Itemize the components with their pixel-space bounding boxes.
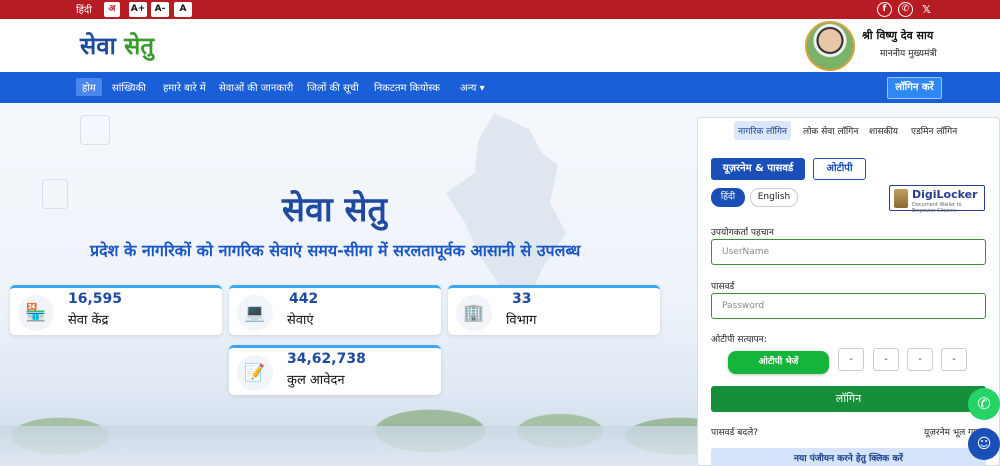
nav-item-about[interactable]: हमारे बारे में	[163, 80, 206, 94]
stat-card-services: 💻 442 सेवाएं	[229, 285, 441, 335]
font-normal-button[interactable]: A	[174, 2, 192, 17]
tab-admin-login[interactable]: एडमिन लॉगिन	[911, 124, 957, 137]
username-password-method-button[interactable]: यूज़रनेम & पासवर्ड	[711, 158, 805, 180]
stat-value: 33	[512, 291, 532, 307]
whatsapp-icon[interactable]: ✆	[968, 388, 1000, 420]
stat-label: कुल आवेदन	[287, 373, 345, 388]
otp-digit-input[interactable]: -	[907, 348, 933, 371]
otp-digit-input[interactable]: -	[941, 348, 967, 371]
application-icon: 📝	[237, 355, 273, 391]
chatbot-icon[interactable]: ☺	[968, 428, 1000, 460]
username-label: उपयोगकर्ता पहचान	[711, 228, 774, 238]
main-navbar: होम सांख्यिकी हमारे बारे में सेवाओं की ज…	[0, 72, 1000, 103]
stat-card-departments: 🏢 33 विभाग	[448, 285, 660, 335]
password-label: पासवर्ड	[711, 282, 735, 292]
login-panel: नागरिक लॉगिन लोक सेवा लॉगिन शासकीय एडमिन…	[697, 117, 1000, 466]
change-password-link[interactable]: पासवर्ड बदले?	[711, 425, 758, 438]
chief-minister-title: माननीय मुख्यमंत्री	[880, 49, 937, 59]
stat-card-kendra: 🏪 16,595 सेवा केंद्र	[10, 285, 222, 335]
logo-text-seva: सेवा	[80, 32, 116, 60]
stat-label: सेवाएं	[287, 313, 314, 328]
stat-value: 34,62,738	[287, 351, 366, 367]
language-hindi-link[interactable]: हिंदी	[76, 2, 92, 16]
otp-digit-input[interactable]: -	[873, 348, 899, 371]
hero-subtitle: प्रदेश के नागरिकों को नागरिक सेवाएं समय-…	[90, 241, 581, 260]
otp-method-button[interactable]: ओटीपी	[813, 158, 866, 180]
stat-value: 442	[289, 291, 319, 307]
tab-lok-seva-login[interactable]: लोक सेवा लॉगिन	[803, 124, 858, 137]
nav-item-statistics[interactable]: सांख्यिकी	[112, 80, 146, 94]
nav-item-districts[interactable]: जिलों की सूची	[307, 80, 359, 94]
otp-digit-input[interactable]: -	[838, 348, 864, 371]
site-header: सेवा सेतु श्री विष्णु देव साय माननीय मुख…	[0, 19, 1000, 72]
chevron-down-icon: ▾	[479, 83, 485, 94]
tab-citizen-login[interactable]: नागरिक लॉगिन	[734, 121, 792, 140]
site-logo[interactable]: सेवा सेतु	[80, 29, 154, 62]
font-increase-button[interactable]: A+	[129, 2, 147, 17]
stat-value: 16,595	[68, 291, 123, 307]
top-utility-bar: हिंदी अ A+ A- A f ✆ 𝕏	[0, 0, 1000, 19]
logo-text-setu: सेतु	[124, 32, 155, 60]
services-icon: 💻	[237, 295, 273, 331]
x-icon[interactable]: 𝕏	[919, 2, 934, 17]
stat-card-applications: 📝 34,62,738 कुल आवेदन	[229, 345, 441, 395]
language-hindi-button[interactable]: हिंदी	[711, 188, 745, 207]
otp-label: ओटीपी सत्यापन:	[711, 335, 767, 345]
nav-item-home[interactable]: होम	[76, 78, 102, 96]
whatsapp-icon[interactable]: ✆	[898, 2, 913, 17]
facebook-icon[interactable]: f	[877, 2, 892, 17]
chief-minister-photo	[805, 21, 855, 71]
nav-item-more-label: अन्य	[460, 83, 477, 94]
nav-item-nearest-kiosk[interactable]: निकटतम कियोस्क	[374, 80, 440, 94]
nav-item-more[interactable]: अन्य ▾	[460, 80, 485, 94]
font-decrease-button[interactable]: A-	[151, 2, 169, 17]
state-map-graphic	[446, 113, 566, 313]
translate-icon[interactable]: अ	[104, 2, 120, 17]
language-english-button[interactable]: English	[750, 188, 798, 207]
hero-title: सेवा सेतु	[282, 190, 387, 230]
chief-minister-name: श्री विष्णु देव साय	[862, 29, 934, 42]
stat-label: सेवा केंद्र	[68, 313, 109, 328]
kendra-icon: 🏪	[18, 295, 54, 331]
username-input[interactable]	[711, 239, 986, 265]
stat-label: विभाग	[506, 313, 537, 328]
tab-official-login[interactable]: शासकीय	[869, 124, 898, 137]
department-icon: 🏢	[456, 295, 492, 331]
digilocker-tagline: Document Wallet to Empower Citizens	[912, 202, 962, 214]
certificate-icon	[80, 115, 110, 145]
send-otp-button[interactable]: ओटीपी भेजें	[728, 351, 829, 374]
submit-login-button[interactable]: लॉगिन	[711, 386, 986, 412]
digilocker-label: DigiLocker	[912, 188, 978, 201]
nav-item-services-info[interactable]: सेवाओं की जानकारी	[219, 80, 293, 94]
password-input[interactable]	[711, 293, 986, 319]
new-registration-button[interactable]: नया पंजीयन करने हेतु क्लिक करें	[711, 448, 986, 466]
national-emblem-icon	[894, 189, 908, 208]
digilocker-button[interactable]: DigiLocker Document Wallet to Empower Ci…	[889, 185, 985, 214]
document-icon	[42, 179, 68, 209]
login-button[interactable]: लॉगिन करें	[887, 77, 942, 99]
